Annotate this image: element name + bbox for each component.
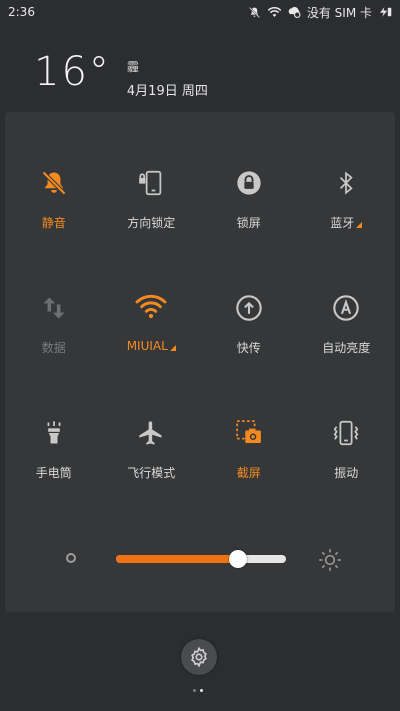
weather-date-group: 霾 4月19日 周四 [127,58,208,99]
toggle-screenshot[interactable]: 截屏 [200,416,298,541]
page-dot [193,689,196,692]
silent-bell-icon [37,166,71,200]
toggle-silent[interactable]: 静音 [5,166,103,291]
battery-charging-icon [380,7,392,17]
data-saver-status-icon [288,6,301,18]
weather-condition: 霾 [126,60,139,74]
weather-header: 16° 霾 4月19日 周四 [34,52,208,99]
brightness-high-icon [319,549,341,571]
lock-icon [232,166,266,200]
toggle-grid: 静音 方向锁定 锁屏 蓝牙 数据 MIUIAL 快传 自动亮度 手电筒 飞行模式… [5,166,395,541]
toggle-auto-brightness[interactable]: 自动亮度 [298,291,396,416]
brightness-low-icon [66,553,76,563]
screenshot-icon [232,416,266,450]
toggle-rotation-lock[interactable]: 方向锁定 [103,166,201,291]
toggle-label: 振动 [334,466,359,480]
toggle-label: 方向锁定 [127,216,176,230]
toggle-label: 快传 [236,341,261,355]
data-icon [37,291,71,325]
toggle-label: 截屏 [236,466,261,480]
page-dot-active [200,689,203,692]
quick-transfer-icon [232,291,266,325]
toggle-wifi[interactable]: MIUIAL [103,291,201,416]
menu-indicator-icon [356,222,363,228]
wifi-status-icon [267,7,282,17]
airplane-icon [134,416,168,450]
vibrate-icon [329,416,363,450]
toggle-label: 静音 [41,216,66,230]
toggle-airplane[interactable]: 飞行模式 [103,416,201,541]
no-sim-text: 没有 SIM 卡 [306,5,372,20]
toggle-label: 数据 [41,341,66,355]
brightness-slider-fill [116,555,239,563]
toggle-label: MIUIAL [127,339,176,353]
toggle-label: 锁屏 [236,216,261,230]
brightness-slider-thumb[interactable] [229,550,248,568]
silent-status-icon [248,6,260,18]
menu-indicator-icon [169,345,176,351]
toggle-quick-transfer[interactable]: 快传 [200,291,298,416]
toggle-label: 蓝牙 [330,214,363,231]
brightness-row [5,544,395,574]
bluetooth-icon [329,166,363,200]
rotation-lock-icon [134,166,168,200]
toggle-lock-screen[interactable]: 锁屏 [200,166,298,291]
gear-icon [191,646,207,668]
status-bar: 2:36 没有 SIM 卡 [0,0,400,24]
status-icons: 没有 SIM 卡 [248,4,392,21]
toggle-label: 自动亮度 [322,341,371,355]
auto-brightness-icon [329,291,363,325]
settings-button[interactable] [181,639,217,675]
flashlight-icon [37,416,71,450]
toggle-flashlight[interactable]: 手电筒 [5,416,103,541]
wifi-icon [134,291,168,325]
toggle-vibrate[interactable]: 振动 [298,416,396,541]
toggle-data[interactable]: 数据 [5,291,103,416]
toggle-bluetooth[interactable]: 蓝牙 [298,166,396,291]
brightness-slider[interactable] [116,550,286,568]
quick-settings-panel: 静音 方向锁定 锁屏 蓝牙 数据 MIUIAL 快传 自动亮度 手电筒 飞行模式… [5,112,395,612]
date-text: 4月19日 周四 [126,84,208,99]
page-indicator [193,689,203,692]
status-time: 2:36 [8,5,35,19]
temperature: 16° [34,49,111,95]
toggle-label: 手电筒 [35,466,72,480]
toggle-label: 飞行模式 [127,466,176,480]
